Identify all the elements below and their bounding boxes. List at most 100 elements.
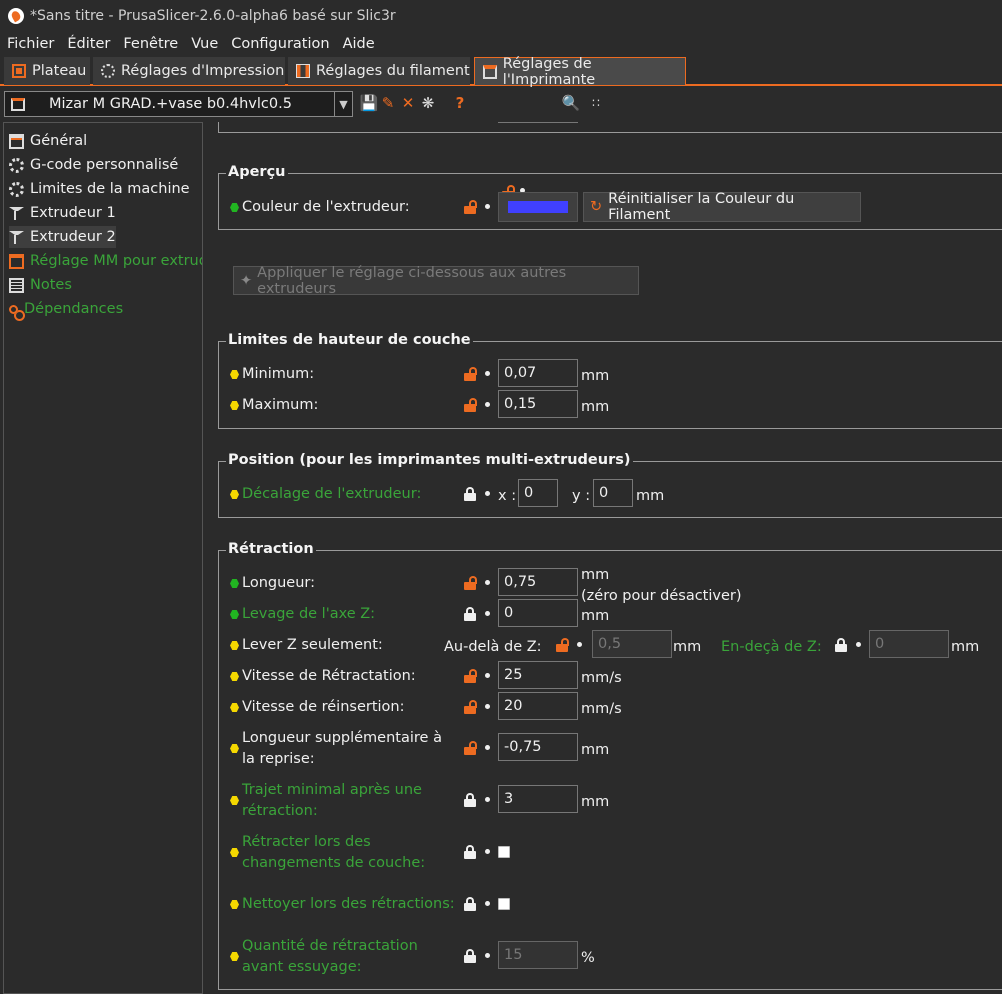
menu-fichier[interactable]: Fichier — [7, 36, 54, 52]
retract-before-wipe-label: Quantité de rétractation — [242, 938, 418, 954]
menu-editer[interactable]: Éditer — [67, 36, 110, 52]
lock-closed-icon[interactable] — [464, 845, 476, 859]
yellow-dot-icon — [230, 703, 239, 712]
save-icon[interactable]: 💾 — [360, 94, 379, 112]
unit-label: mm — [581, 399, 610, 415]
deretraction-speed-input[interactable]: 20 — [498, 692, 578, 720]
extruder-icon — [9, 231, 24, 244]
unit-label: mm/s — [581, 670, 622, 686]
offset-x-input[interactable]: 0 — [518, 479, 558, 507]
retract-before-wipe-input[interactable]: 15 — [498, 941, 578, 969]
group-apercu: Aperçu Couleur de l'extrudeur: ↻ Réiniti… — [218, 164, 1002, 230]
sidebar-item-general[interactable]: Général — [9, 130, 87, 152]
extruder-color-swatch[interactable] — [498, 192, 578, 222]
preset-toolbar: Mizar M GRAD.+vase b0.4hvlc0.5 ▼ 💾 ✎ ✕ ❋… — [0, 88, 1002, 199]
retraction-length-label: Longueur: — [242, 575, 315, 591]
bullet-icon — [485, 849, 490, 854]
tab-print-settings[interactable]: Réglages d'Impression — [93, 57, 285, 85]
lock-open-icon[interactable] — [464, 700, 477, 714]
tab-printer-settings[interactable]: Réglages de l'Imprimante — [474, 56, 686, 88]
settings-sidebar: Général G-code personnalisé Limites de l… — [3, 122, 203, 994]
retraction-speed-input[interactable]: 25 — [498, 661, 578, 689]
gear-icon — [9, 157, 24, 173]
previous-group — [218, 122, 1002, 133]
group-layer-height-limits: Limites de hauteur de couche Minimum: 0,… — [218, 332, 1002, 429]
extruder-icon — [9, 207, 24, 220]
sidebar-item-mm-settings[interactable]: Réglage MM pour extrudeur — [9, 250, 202, 272]
above-z-input[interactable]: 0,5 — [592, 630, 672, 658]
sidebar-item-label: Dépendances — [24, 301, 124, 317]
apply-to-other-extruders-button[interactable]: ✦ Appliquer le réglage ci-dessous aux au… — [233, 265, 639, 297]
lock-closed-icon[interactable] — [464, 607, 476, 621]
tab-filament-settings-label: Réglages du filament — [316, 63, 470, 79]
tab-filament-settings[interactable]: Réglages du filament — [288, 57, 470, 85]
lock-open-icon[interactable] — [464, 576, 477, 590]
question-icon[interactable]: ? — [452, 94, 468, 112]
unit-label: mm — [581, 794, 610, 810]
lock-closed-icon[interactable] — [464, 793, 476, 807]
max-layer-input[interactable]: 0,15 — [498, 390, 578, 418]
sidebar-item-extruder-2[interactable]: Extrudeur 2 — [9, 226, 116, 248]
lock-open-icon[interactable] — [464, 200, 477, 214]
unit-label: mm — [581, 567, 610, 583]
retraction-length-input[interactable]: 0,75 — [498, 568, 578, 596]
bullet-icon — [485, 797, 490, 802]
min-travel-input[interactable]: 3 — [498, 785, 578, 813]
printer-preset-select[interactable]: Mizar M GRAD.+vase b0.4hvlc0.5 ▼ — [4, 91, 353, 117]
lock-open-icon[interactable] — [464, 367, 477, 381]
wand-icon: ✦ — [240, 272, 253, 289]
rename-icon[interactable]: ✎ — [380, 94, 396, 112]
sidebar-item-machine-limits[interactable]: Limites de la machine — [9, 178, 190, 200]
wipe-checkbox[interactable] — [498, 898, 510, 910]
menu-configuration[interactable]: Configuration — [231, 36, 329, 52]
unit-label: mm — [636, 488, 665, 504]
lock-open-icon[interactable] — [464, 669, 477, 683]
retract-layer-change-label: Rétracter lors des — [242, 834, 371, 850]
menu-vue[interactable]: Vue — [191, 36, 218, 52]
previous-input[interactable] — [498, 122, 578, 123]
lift-z-only-label: Lever Z seulement: — [242, 637, 383, 653]
bullet-icon — [485, 704, 490, 709]
yellow-dot-icon — [230, 672, 239, 681]
search-icon[interactable]: 🔍 — [562, 94, 581, 112]
group-retraction: Rétraction Longueur: 0,75 mm (zéro pour … — [218, 541, 1002, 990]
offset-y-input[interactable]: 0 — [593, 479, 633, 507]
sidebar-item-notes[interactable]: Notes — [9, 274, 72, 296]
lock-open-icon[interactable] — [556, 638, 569, 652]
lock-closed-icon[interactable] — [835, 638, 847, 652]
sidebar-item-gcode[interactable]: G-code personnalisé — [9, 154, 178, 176]
menu-aide[interactable]: Aide — [343, 36, 375, 52]
green-dot-icon — [230, 610, 239, 619]
wipe-label: Nettoyer lors des rétractions: — [242, 896, 455, 912]
bullet-icon — [485, 745, 490, 750]
chevron-down-icon[interactable]: ▼ — [334, 92, 352, 116]
min-layer-input[interactable]: 0,07 — [498, 359, 578, 387]
bullet-icon — [577, 642, 582, 647]
z-lift-input[interactable]: 0 — [498, 599, 578, 627]
lock-open-icon[interactable] — [464, 741, 477, 755]
tab-plateau[interactable]: Plateau — [4, 57, 90, 85]
lock-closed-icon[interactable] — [464, 949, 476, 963]
lock-closed-icon[interactable] — [464, 487, 476, 501]
sidebar-item-extruder-1[interactable]: Extrudeur 1 — [9, 202, 116, 224]
min-travel-label: Trajet minimal après une — [242, 782, 422, 798]
delete-icon[interactable]: ✕ — [400, 94, 416, 112]
bullet-icon — [485, 953, 490, 958]
compare-icon[interactable]: ❋ — [420, 94, 436, 112]
sidebar-item-dependencies[interactable]: Dépendances — [9, 298, 123, 320]
printer-icon — [11, 97, 25, 111]
yellow-dot-icon — [230, 848, 239, 857]
retract-layer-change-checkbox[interactable] — [498, 846, 510, 858]
extra-length-input[interactable]: -0,75 — [498, 733, 578, 761]
tab-plateau-label: Plateau — [32, 63, 87, 79]
lock-closed-icon[interactable] — [464, 897, 476, 911]
retract-layer-change-label-line2: changements de couche: — [242, 855, 426, 871]
menu-fenetre[interactable]: Fenêtre — [123, 36, 178, 52]
group-title: Limites de hauteur de couche — [226, 332, 473, 348]
below-z-input[interactable]: 0 — [869, 630, 949, 658]
reset-filament-color-button[interactable]: ↻ Réinitialiser la Couleur du Filament — [583, 191, 861, 223]
unit-label: mm — [581, 742, 610, 758]
dots-icon[interactable]: ∷ — [588, 94, 604, 112]
below-z-label: En-deçà de Z: — [721, 639, 822, 655]
lock-open-icon[interactable] — [464, 398, 477, 412]
